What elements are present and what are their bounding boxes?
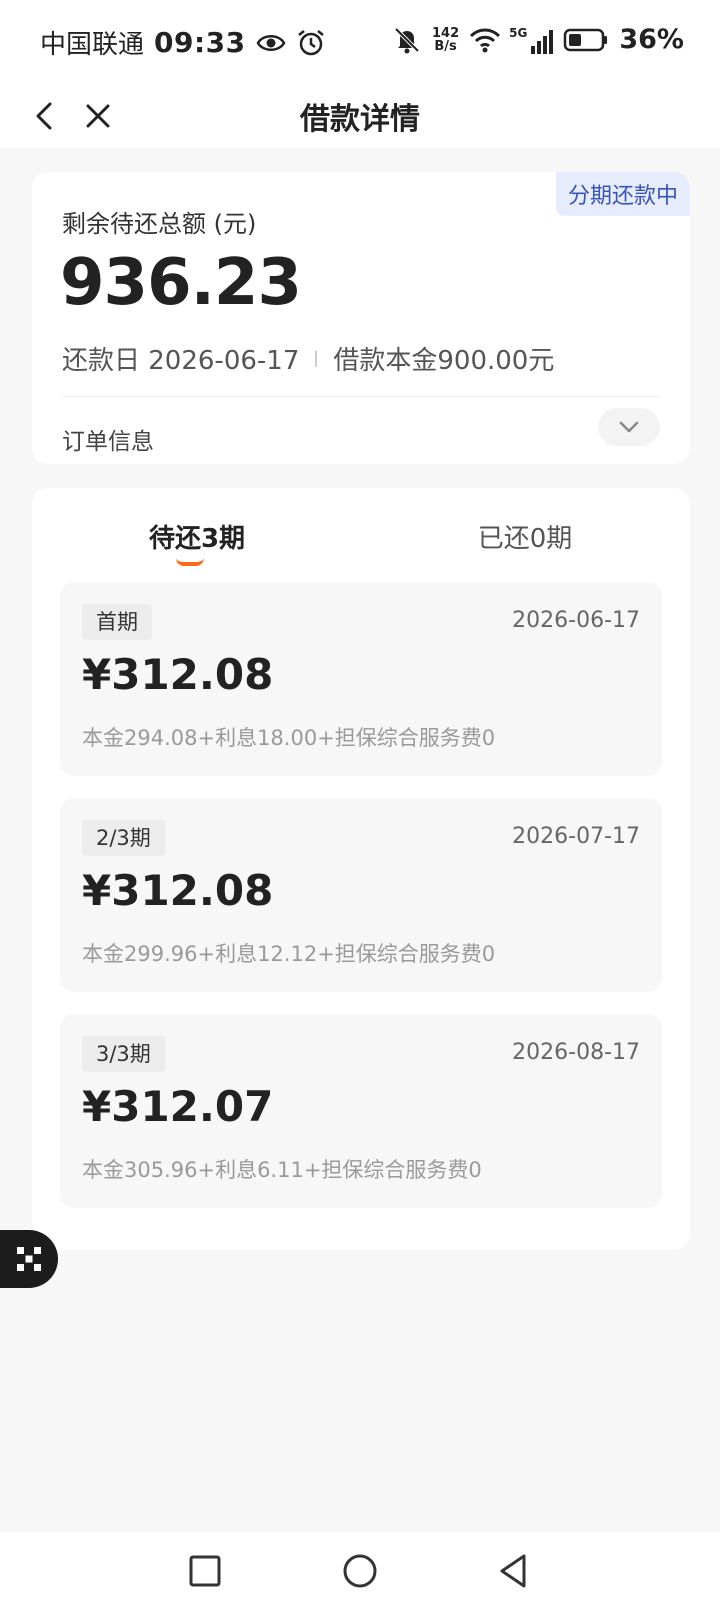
floating-assistant-button[interactable] — [0, 1230, 58, 1288]
page-title: 借款详情 — [300, 102, 420, 137]
square-icon — [189, 1555, 221, 1587]
net-speed: 142 B/s — [432, 27, 459, 53]
repay-date: 还款日 2026-06-17 — [62, 346, 300, 376]
installment-amount: ¥312.08 — [82, 866, 274, 915]
installment-breakdown: 本金305.96+利息6.11+担保综合服务费0 — [82, 1158, 482, 1182]
installment-breakdown: 本金299.96+利息12.12+担保综合服务费0 — [82, 942, 496, 966]
installment-item[interactable]: 2/3期 2026-07-17 ¥312.08 本金299.96+利息12.12… — [60, 798, 662, 992]
clock-time: 09:33 — [154, 26, 246, 59]
installment-item[interactable]: 3/3期 2026-08-17 ¥312.07 本金305.96+利息6.11+… — [60, 1014, 662, 1208]
chevron-down-icon — [619, 421, 639, 433]
net-speed-unit: B/s — [434, 38, 457, 54]
tab-indicator — [176, 558, 204, 566]
remaining-amount: 936.23 — [60, 246, 302, 320]
triangle-back-icon — [500, 1554, 526, 1588]
loan-summary-card: 分期还款中 剩余待还总额 (元) 936.23 还款日 2026-06-17 借… — [32, 172, 690, 464]
circle-icon — [343, 1554, 377, 1588]
nav-bar: 借款详情 — [0, 84, 720, 148]
status-badge: 分期还款中 — [555, 172, 690, 216]
installment-tag: 2/3期 — [82, 820, 165, 856]
repay-info-row: 还款日 2026-06-17 借款本金900.00元 — [62, 340, 554, 377]
grid-pattern-icon — [17, 1247, 41, 1271]
signal-icon: 5G — [509, 25, 554, 54]
installment-tag: 3/3期 — [82, 1036, 165, 1072]
status-bar-left: 中国联通 09:33 — [40, 24, 326, 61]
system-nav-bar — [0, 1532, 720, 1610]
home-button[interactable] — [335, 1546, 385, 1596]
system-back-button[interactable] — [488, 1546, 538, 1596]
order-info-toggle[interactable] — [598, 408, 660, 446]
divider — [62, 396, 660, 397]
battery-icon — [563, 25, 609, 55]
repayment-schedule-card: 待还3期 已还0期 首期 2026-06-17 ¥312.08 本金294.08… — [32, 488, 690, 1250]
loan-principal: 借款本金900.00元 — [333, 346, 555, 376]
status-bar: 中国联通 09:33 142 B/s 5G 36% — [0, 0, 720, 84]
installment-amount: ¥312.07 — [82, 1082, 274, 1131]
installment-date: 2026-07-17 — [512, 824, 640, 849]
eye-icon — [256, 28, 286, 58]
screen: 中国联通 09:33 142 B/s 5G 36% 借款详情 分期还款中 剩余待… — [0, 0, 720, 1610]
bell-muted-icon — [392, 25, 422, 55]
carrier-name: 中国联通 — [40, 30, 145, 60]
installment-breakdown: 本金294.08+利息18.00+担保综合服务费0 — [82, 726, 496, 750]
wifi-icon — [469, 25, 501, 55]
installment-date: 2026-08-17 — [512, 1040, 640, 1065]
alarm-clock-icon — [296, 28, 326, 58]
remaining-label: 剩余待还总额 (元) — [62, 210, 257, 238]
status-bar-right: 142 B/s 5G 36% — [392, 24, 684, 55]
installment-tag: 首期 — [82, 604, 152, 640]
tab-pending[interactable]: 待还3期 — [32, 518, 362, 555]
divider — [315, 350, 318, 367]
order-info-label: 订单信息 — [62, 429, 154, 455]
recent-apps-button[interactable] — [180, 1546, 230, 1596]
battery-percent: 36% — [619, 24, 684, 55]
tab-paid[interactable]: 已还0期 — [360, 518, 690, 555]
network-type: 5G — [509, 25, 528, 40]
installment-date: 2026-06-17 — [512, 608, 640, 633]
installment-item[interactable]: 首期 2026-06-17 ¥312.08 本金294.08+利息18.00+担… — [60, 582, 662, 776]
net-speed-value: 142 — [432, 25, 460, 41]
installment-amount: ¥312.08 — [82, 650, 274, 699]
